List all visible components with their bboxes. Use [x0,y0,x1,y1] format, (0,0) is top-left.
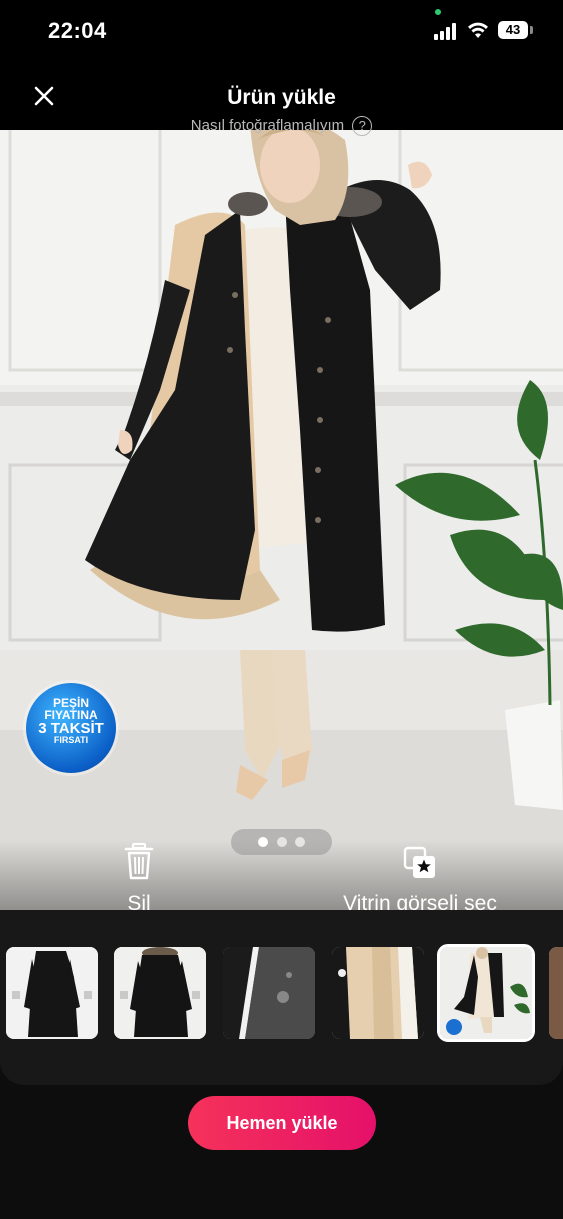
thumbnail[interactable] [223,947,315,1039]
thumbnail-selected[interactable] [437,944,535,1042]
thumbnail-partial[interactable] [549,947,563,1039]
promo-line-4: FIRSATI [53,735,89,745]
page-indicator[interactable] [231,829,332,855]
privacy-indicator-dot [435,9,441,15]
promo-badge: PEŞİN FIYATINA 3 TAKSİT FIRSATI [26,683,116,773]
thumbnail-strip[interactable] [0,910,563,1085]
wifi-icon [468,22,488,38]
thumbnail[interactable] [6,947,98,1039]
status-time: 22:04 [48,18,107,43]
battery-tip [530,26,533,34]
help-row[interactable]: Nasıl fotoğraflamalıyım? [0,116,563,136]
product-image-illustration [0,130,563,910]
page-dot[interactable] [295,837,305,847]
delete-button[interactable]: Sil [100,842,178,920]
page-dot-active[interactable] [258,837,268,847]
thumbnail-image [332,947,424,1039]
product-photo[interactable] [0,130,563,910]
page-dot[interactable] [277,837,287,847]
help-icon[interactable]: ? [352,116,373,136]
thumbnail-image [114,947,206,1039]
choose-showcase-image-button[interactable]: Vitrin görseli seç [330,842,510,920]
promo-line-3: 3 TAKSİT [38,720,104,737]
thumbnail-image [440,947,532,1039]
trash-icon [124,842,154,880]
thumbnail-image [223,947,315,1039]
upload-now-button[interactable]: Hemen yükle [188,1096,376,1150]
showcase-star-icon [403,846,435,878]
battery-indicator: 43 [498,21,528,39]
page-title: Ürün yükle [227,86,336,109]
cellular-signal-icon [434,22,460,40]
thumbnail-image [549,947,563,1039]
help-link[interactable]: Nasıl fotoğraflamalıyım [191,117,344,134]
thumbnail-image [6,947,98,1039]
thumbnail[interactable] [114,947,206,1039]
thumbnail[interactable] [332,947,424,1039]
status-bar: 22:04 43 [0,0,563,60]
